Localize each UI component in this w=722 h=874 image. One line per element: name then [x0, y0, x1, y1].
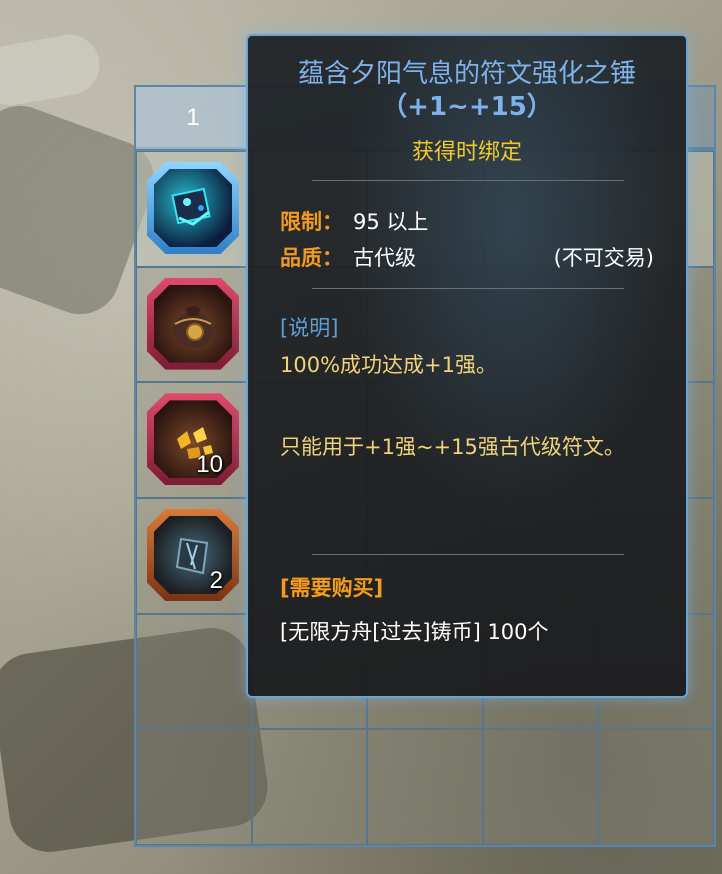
- divider: [312, 288, 624, 289]
- inventory-tab-1[interactable]: 1: [136, 87, 251, 149]
- binding-status: 获得时绑定: [411, 140, 522, 165]
- inventory-slot[interactable]: [482, 729, 599, 845]
- inventory-slot[interactable]: [367, 729, 483, 845]
- trade-status: (不可交易): [553, 246, 654, 270]
- limit-label: 限制：: [280, 210, 343, 234]
- item-quality: 品质： 古代级: [280, 242, 416, 272]
- quality-label: 品质：: [280, 246, 343, 270]
- dark-crystal-shard-icon[interactable]: 2: [147, 508, 239, 601]
- inventory-slot[interactable]: [598, 729, 714, 845]
- inventory-slot[interactable]: [136, 266, 252, 383]
- item-title-name: 蕴含夕阳气息的符文强化之锤: [297, 59, 636, 89]
- rune-hammer-icon[interactable]: [147, 162, 239, 254]
- inventory-slot[interactable]: [136, 151, 252, 267]
- item-title: 蕴含夕阳气息的符文强化之锤 （+1~+15）: [248, 58, 686, 124]
- purchase-header: [需要购买]: [280, 576, 384, 600]
- quality-value: 古代级: [353, 246, 416, 270]
- inventory-slot[interactable]: [251, 729, 368, 845]
- inventory-slot[interactable]: 2: [136, 497, 252, 614]
- inventory-slot[interactable]: [136, 613, 252, 730]
- description-line: 只能用于+1强~+15强古代级符文。: [280, 435, 625, 459]
- level-requirement: 限制： 95 以上: [280, 206, 428, 236]
- item-tooltip: 蕴含夕阳气息的符文强化之锤 （+1~+15） 获得时绑定 限制： 95 以上 品质…: [246, 34, 688, 698]
- divider: [312, 554, 624, 555]
- coin-pouch-icon[interactable]: [147, 277, 239, 370]
- background-highlight: [0, 30, 105, 110]
- description-line: 100%成功达成+1强。: [280, 353, 497, 377]
- item-title-range: （+1~+15）: [381, 92, 553, 122]
- inventory-slot[interactable]: 10: [136, 382, 252, 498]
- limit-value: 95 以上: [353, 210, 429, 234]
- item-quantity: 2: [209, 566, 223, 594]
- purchase-cost: [无限方舟[过去]铸币] 100个: [280, 620, 549, 644]
- item-quantity: 10: [196, 451, 223, 479]
- gold-fragments-icon[interactable]: 10: [147, 393, 239, 486]
- divider: [312, 180, 624, 181]
- inventory-slot[interactable]: [136, 729, 252, 845]
- description-header: [说明]: [280, 316, 339, 340]
